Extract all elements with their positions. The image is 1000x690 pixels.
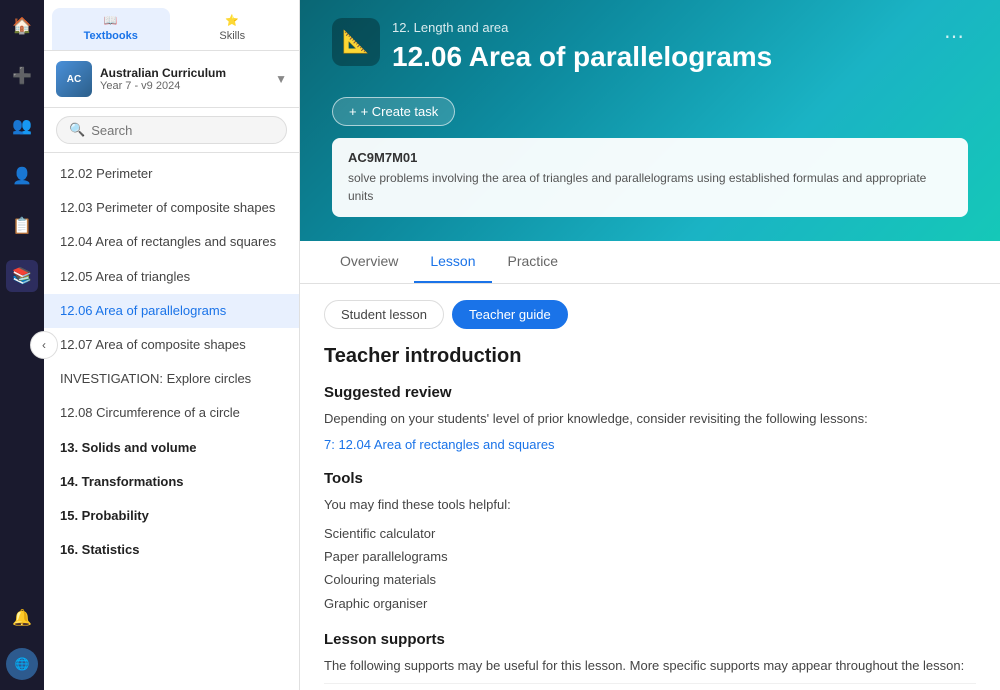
person-icon[interactable]: 👤	[6, 160, 38, 192]
article-supports-body: The following supports may be useful for…	[324, 656, 976, 677]
curriculum-text: Australian Curriculum Year 7 - v9 2024	[100, 66, 267, 92]
list-item-active[interactable]: 12.06 Area of parallelograms	[44, 294, 299, 328]
article-section-heading-review: Suggested review	[324, 384, 976, 401]
article-review-link[interactable]: 7: 12.04 Area of rectangles and squares	[324, 437, 555, 452]
curriculum-thumbnail: AC	[56, 61, 92, 97]
tabs-bar: Overview Lesson Practice	[300, 241, 1000, 284]
tools-list: Scientific calculator Paper parallelogra…	[324, 522, 976, 616]
search-input[interactable]	[91, 123, 274, 138]
tab-lesson[interactable]: Lesson	[414, 241, 491, 283]
list-item[interactable]: 12.03 Perimeter of composite shapes	[44, 191, 299, 225]
lesson-support-item	[324, 683, 976, 690]
sub-tab-student[interactable]: Student lesson	[324, 300, 444, 329]
create-task-button[interactable]: + + Create task	[332, 97, 455, 126]
skills-icon: ⭐	[225, 14, 239, 27]
tool-item: Colouring materials	[324, 568, 976, 591]
plus-icon: +	[349, 104, 357, 119]
hero-subtitle: 12. Length and area	[392, 20, 924, 35]
sidebar-tabs: 📖 Textbooks ⭐ Skills	[44, 0, 299, 51]
avatar-icon[interactable]: 🌐	[6, 648, 38, 680]
books-icon[interactable]: 📚	[6, 260, 38, 292]
list-item[interactable]: INVESTIGATION: Explore circles	[44, 362, 299, 396]
article-section-heading-supports: Lesson supports	[324, 631, 976, 648]
list-item[interactable]: 12.04 Area of rectangles and squares	[44, 225, 299, 259]
lesson-icon: 📐	[332, 18, 380, 66]
standard-description: solve problems involving the area of tri…	[348, 169, 952, 205]
curriculum-selector[interactable]: AC Australian Curriculum Year 7 - v9 202…	[44, 51, 299, 108]
content-area: Overview Lesson Practice Student lesson …	[300, 241, 1000, 690]
sub-tabs: Student lesson Teacher guide	[300, 284, 1000, 337]
search-icon: 🔍	[69, 122, 85, 138]
article-main-heading: Teacher introduction	[324, 345, 976, 368]
curriculum-title: Australian Curriculum	[100, 66, 267, 80]
list-item-section[interactable]: 14. Transformations	[44, 465, 299, 499]
list-item[interactable]: 12.08 Circumference of a circle	[44, 396, 299, 430]
sidebar-list: 12.02 Perimeter 12.03 Perimeter of compo…	[44, 153, 299, 690]
list-item-section[interactable]: 15. Probability	[44, 499, 299, 533]
curriculum-subtitle: Year 7 - v9 2024	[100, 80, 267, 92]
standard-code: AC9M7M01	[348, 150, 952, 165]
tab-overview[interactable]: Overview	[324, 241, 414, 283]
article-content: Teacher introduction Suggested review De…	[300, 337, 1000, 690]
tool-item: Paper parallelograms	[324, 545, 976, 568]
standard-card: AC9M7M01 solve problems involving the ar…	[332, 138, 968, 217]
list-item[interactable]: 12.07 Area of composite shapes	[44, 328, 299, 362]
article-tools-intro: You may find these tools helpful:	[324, 495, 976, 516]
list-item-section[interactable]: 16. Statistics	[44, 533, 299, 567]
add-icon[interactable]: ➕	[6, 60, 38, 92]
tab-practice[interactable]: Practice	[492, 241, 575, 283]
chevron-down-icon: ▼	[275, 72, 287, 86]
sub-tab-teacher[interactable]: Teacher guide	[452, 300, 568, 329]
hero-title: 12.06 Area of parallelograms	[392, 41, 924, 73]
search-input-wrap: 🔍	[56, 116, 287, 144]
tab-textbooks[interactable]: 📖 Textbooks	[52, 8, 170, 50]
hero-banner: 📐 12. Length and area 12.06 Area of para…	[300, 0, 1000, 241]
sidebar-search: 🔍	[44, 108, 299, 153]
list-item[interactable]: 12.05 Area of triangles	[44, 260, 299, 294]
list-item-section[interactable]: 13. Solids and volume	[44, 431, 299, 465]
article-section-heading-tools: Tools	[324, 470, 976, 487]
tab-skills[interactable]: ⭐ Skills	[174, 8, 292, 50]
sidebar: 📖 Textbooks ⭐ Skills AC Australian Curri…	[44, 0, 300, 690]
list-item[interactable]: 12.02 Perimeter	[44, 157, 299, 191]
home-icon[interactable]: 🏠	[6, 10, 38, 42]
hero-menu-button[interactable]: ⋯	[940, 20, 968, 53]
notification-icon[interactable]: 🔔	[6, 602, 38, 634]
article-review-body: Depending on your students' level of pri…	[324, 409, 976, 430]
document-icon[interactable]: 📋	[6, 210, 38, 242]
main-content: 📐 12. Length and area 12.06 Area of para…	[300, 0, 1000, 690]
users-icon[interactable]: 👥	[6, 110, 38, 142]
collapse-sidebar-button[interactable]: ‹	[30, 331, 58, 359]
textbooks-icon: 📖	[104, 14, 118, 27]
tool-item: Graphic organiser	[324, 592, 976, 615]
hero-titles: 12. Length and area 12.06 Area of parall…	[332, 20, 924, 89]
tool-item: Scientific calculator	[324, 522, 976, 545]
